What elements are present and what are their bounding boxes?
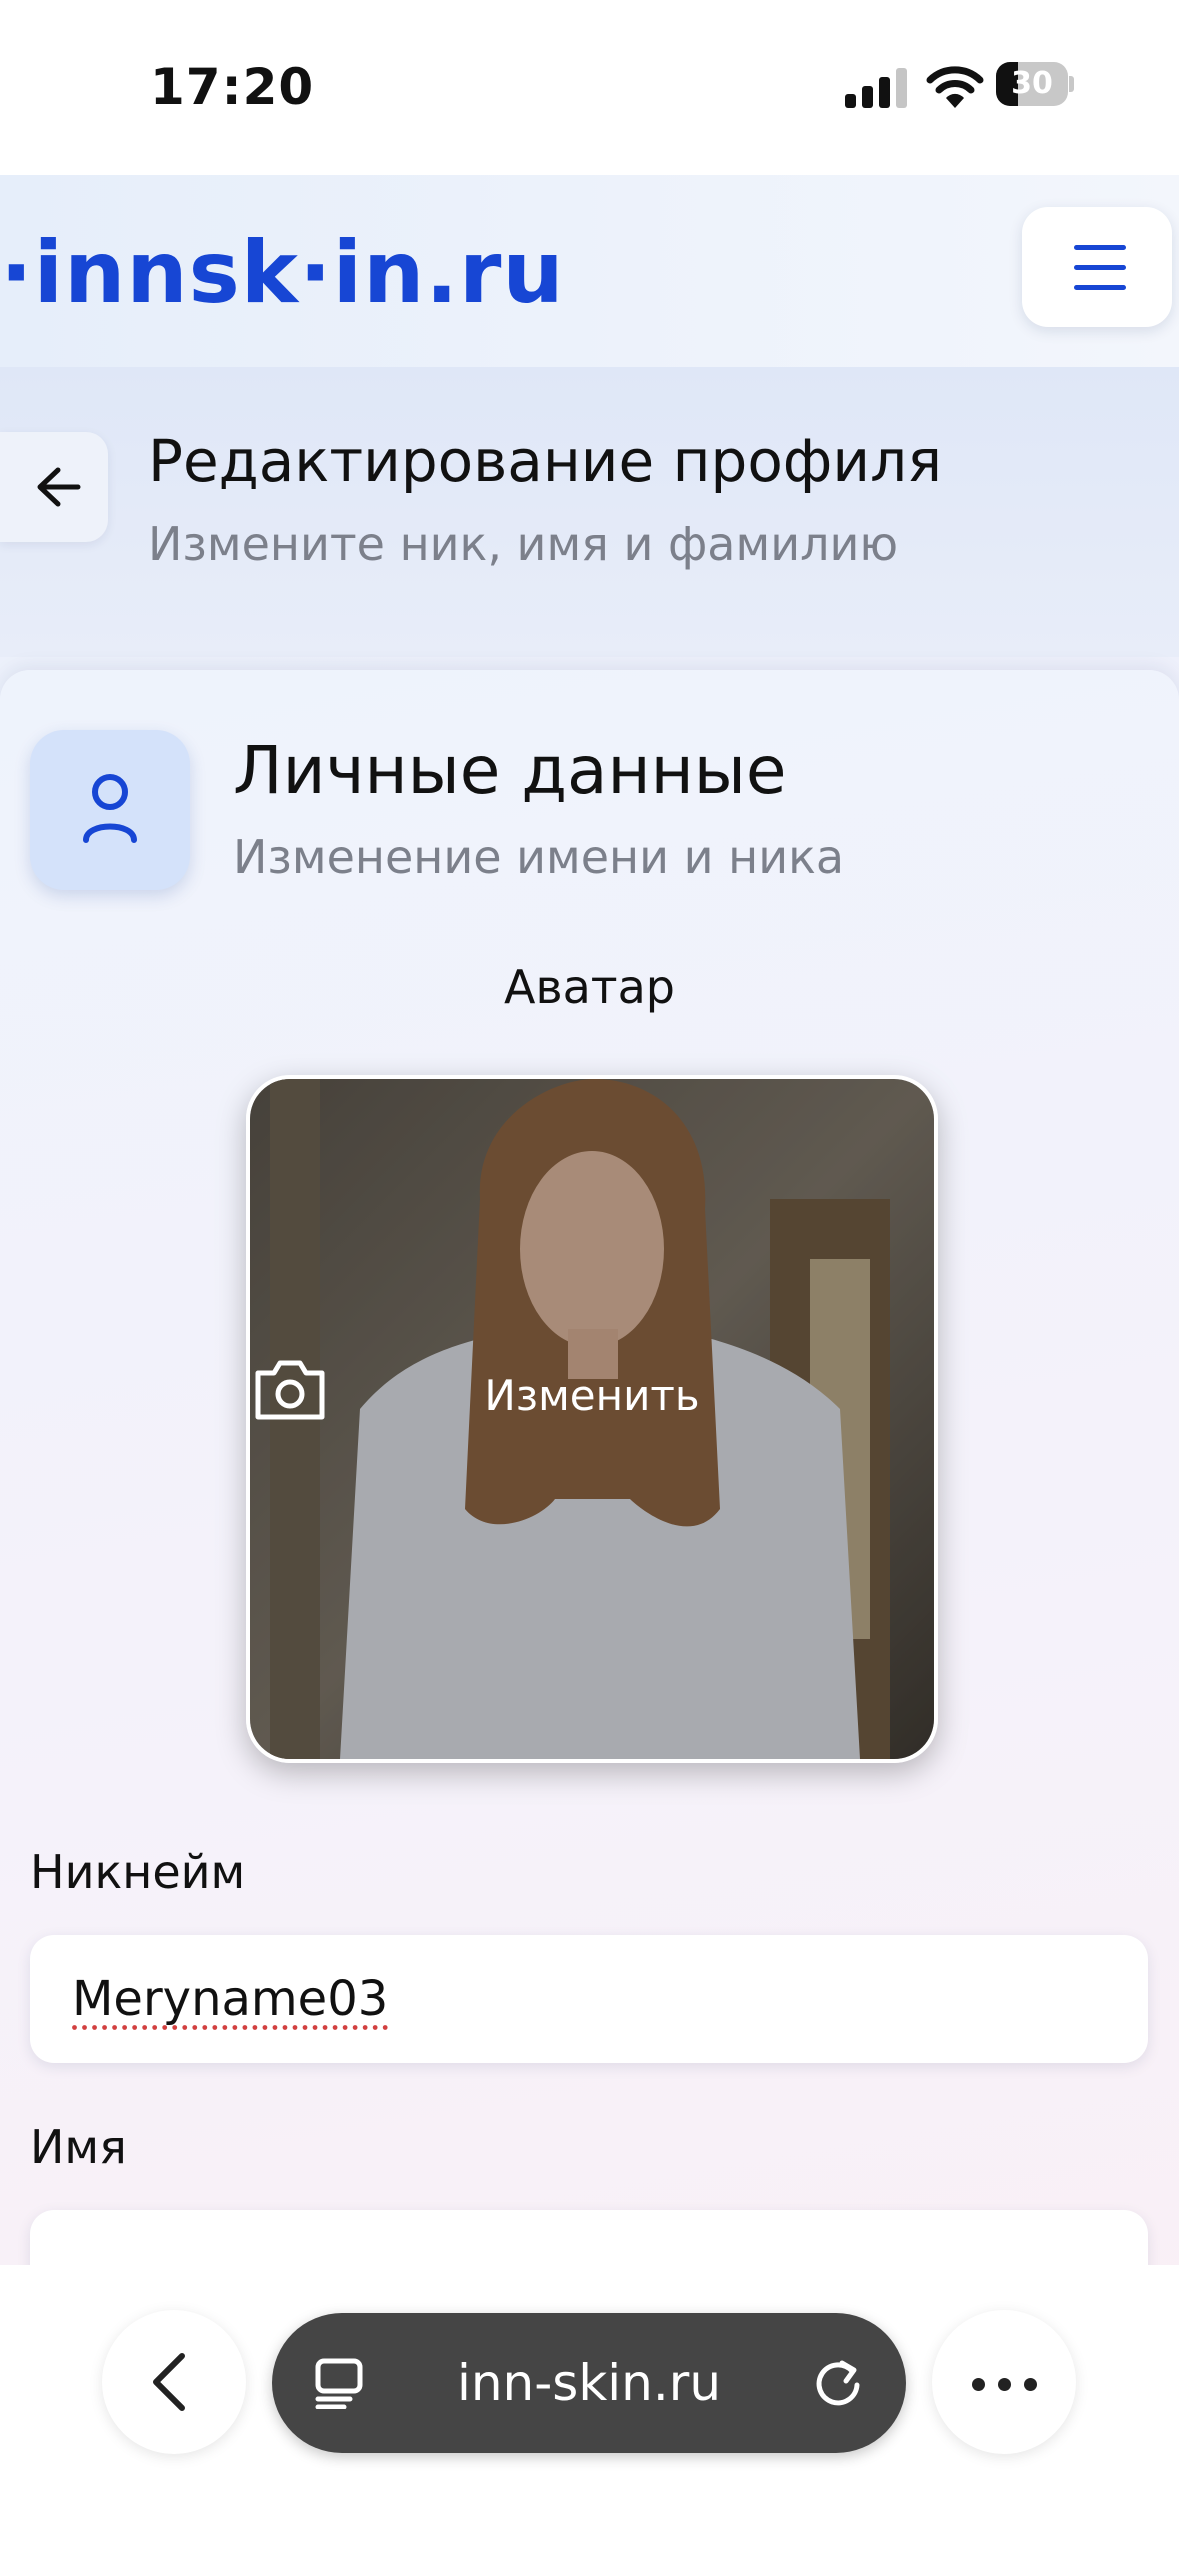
browser-toolbar: inn-skin.ru bbox=[0, 2265, 1179, 2556]
browser-back-button[interactable] bbox=[102, 2310, 246, 2454]
first-name-field[interactable] bbox=[30, 2210, 1148, 2265]
more-dots-icon bbox=[972, 2378, 985, 2391]
nickname-value: Meryname03 bbox=[72, 1971, 389, 2027]
personal-data-card: Личные данные Изменение имени и ника Ава… bbox=[0, 670, 1179, 2265]
more-button[interactable] bbox=[932, 2310, 1076, 2454]
url-text: inn-skin.ru bbox=[456, 2354, 722, 2412]
avatar-change-label: Изменить bbox=[484, 1371, 700, 1420]
arrow-left-icon bbox=[37, 467, 81, 507]
status-time: 17:20 bbox=[150, 58, 315, 116]
page-header: Редактирование профиля Измените ник, имя… bbox=[0, 367, 1179, 657]
site-header: ·innsk·in.ru bbox=[0, 175, 1179, 367]
hamburger-menu-icon bbox=[1074, 245, 1126, 250]
nickname-field[interactable]: Meryname03 bbox=[30, 1935, 1148, 2063]
avatar-change[interactable]: Изменить bbox=[250, 1357, 934, 1420]
chevron-left-icon bbox=[153, 2353, 185, 2411]
reload-icon[interactable] bbox=[812, 2357, 864, 2409]
address-bar[interactable]: inn-skin.ru bbox=[272, 2313, 906, 2453]
section-title: Личные данные bbox=[233, 732, 787, 809]
section-subtitle: Изменение имени и ника bbox=[233, 830, 845, 884]
status-bar: 17:20 30 bbox=[0, 0, 1179, 175]
camera-icon bbox=[255, 1360, 325, 1420]
battery-icon: 30 bbox=[996, 62, 1074, 106]
first-name-label: Имя bbox=[30, 2120, 127, 2174]
user-icon bbox=[83, 774, 137, 843]
nickname-label: Никнейм bbox=[30, 1845, 246, 1899]
section-icon-box bbox=[30, 730, 190, 890]
avatar-label: Аватар bbox=[504, 960, 675, 1014]
menu-button[interactable] bbox=[1022, 207, 1172, 327]
page-title: Редактирование профиля bbox=[148, 427, 943, 495]
page-subtitle: Измените ник, имя и фамилию bbox=[148, 517, 899, 571]
cellular-signal-icon bbox=[845, 66, 907, 108]
page: ·innsk·in.ru Редактирование профиля Изме… bbox=[0, 175, 1179, 2265]
back-button[interactable] bbox=[0, 432, 108, 542]
avatar-upload[interactable]: Изменить bbox=[246, 1075, 938, 1763]
site-logo[interactable]: ·innsk·in.ru bbox=[0, 223, 565, 323]
wifi-icon bbox=[926, 66, 984, 108]
battery-percent: 30 bbox=[1011, 66, 1053, 101]
